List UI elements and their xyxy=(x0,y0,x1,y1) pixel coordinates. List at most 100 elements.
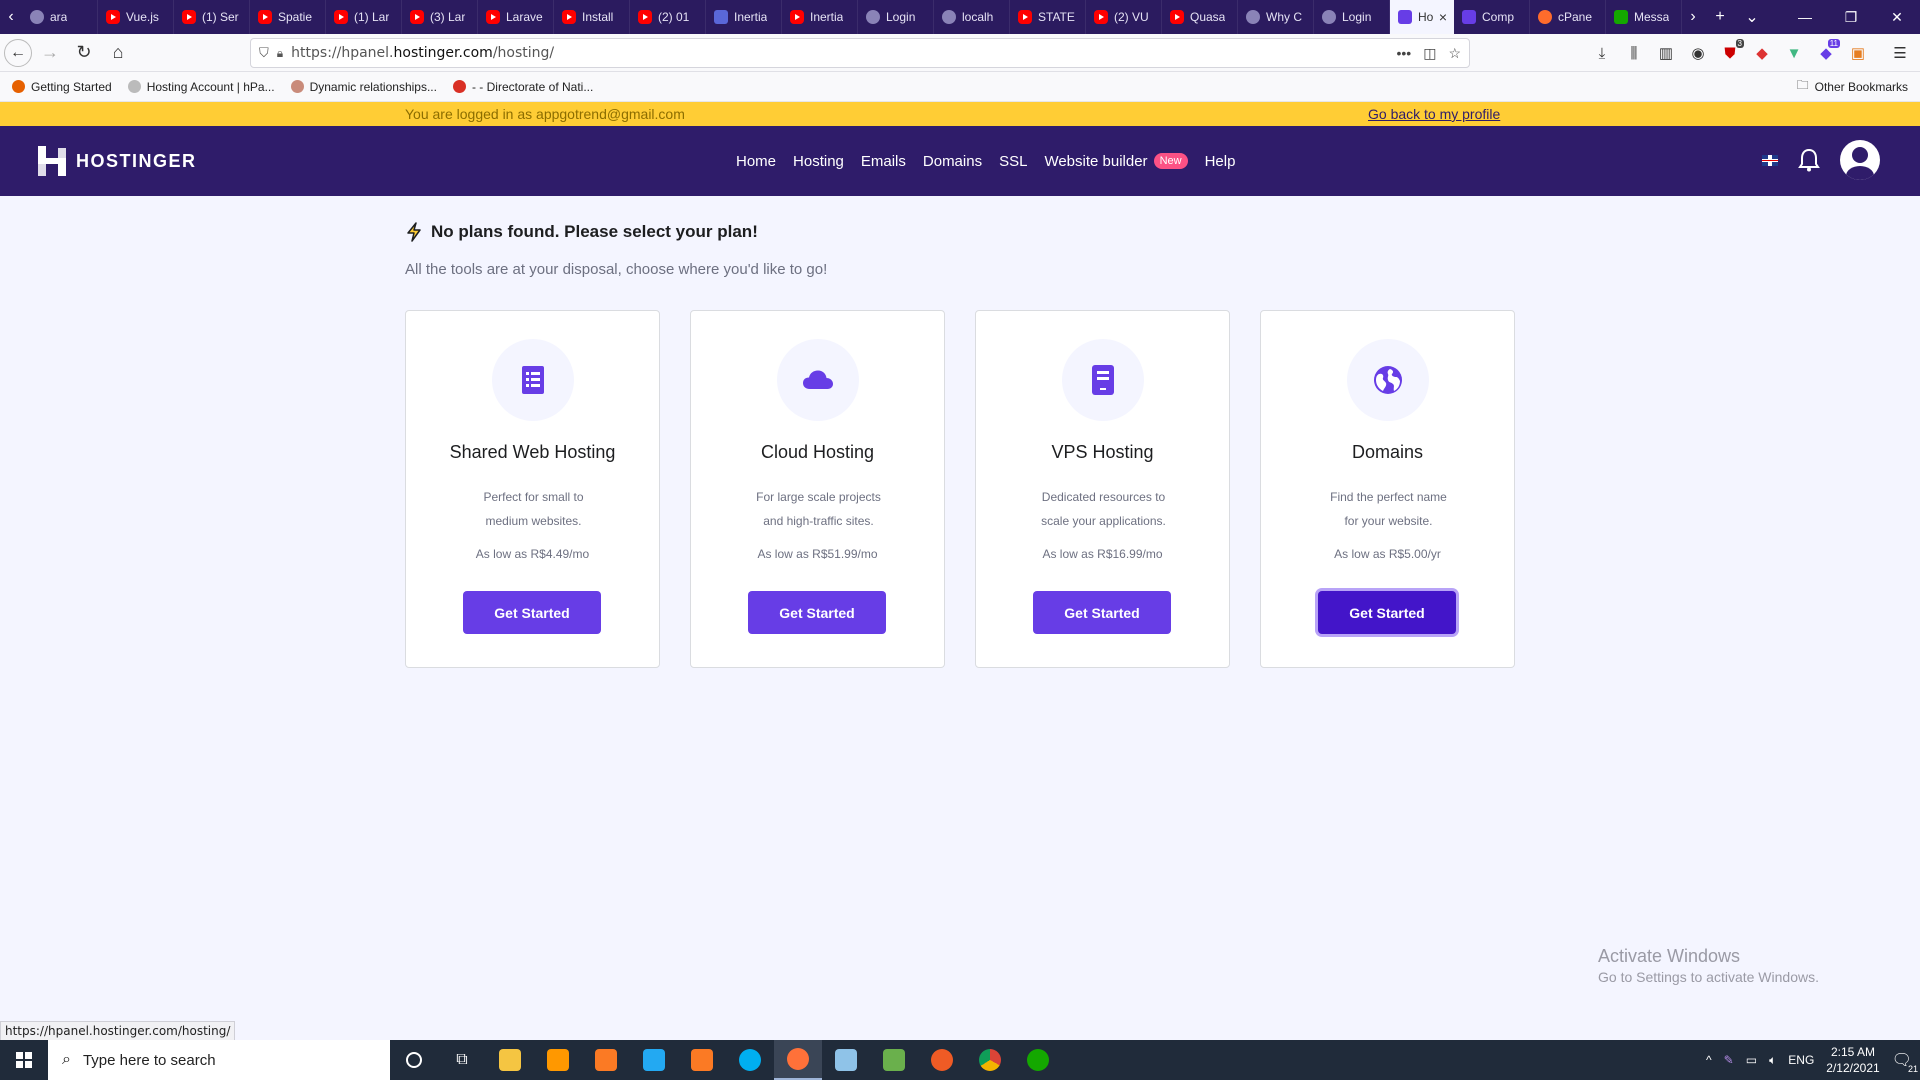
browser-tab[interactable]: Messa xyxy=(1606,0,1682,34)
xampp-icon[interactable] xyxy=(582,1040,630,1080)
tray-overflow-icon[interactable]: ^ xyxy=(1706,1053,1712,1067)
reload-icon[interactable]: ↻ xyxy=(68,37,100,69)
pocket-ext-icon[interactable]: ◆ xyxy=(1750,38,1774,68)
start-button[interactable] xyxy=(0,1040,48,1080)
tab-title: Install xyxy=(582,10,614,24)
new-tab-icon[interactable]: + xyxy=(1704,0,1736,34)
url-bar[interactable]: ⛉ 🔒︎ https://hpanel.hostinger.com/hostin… xyxy=(250,38,1470,68)
pen-icon[interactable]: ✎ xyxy=(1724,1053,1734,1067)
browser-tab[interactable]: ara xyxy=(22,0,98,34)
network-icon[interactable]: ▭ xyxy=(1746,1053,1757,1067)
bookmark-item[interactable]: Hosting Account | hPa... xyxy=(127,80,275,94)
card-desc-line: medium websites. xyxy=(485,514,582,528)
sublime-text-icon[interactable] xyxy=(534,1040,582,1080)
postman-icon[interactable] xyxy=(918,1040,966,1080)
browser-tab[interactable]: Ho × xyxy=(1390,0,1454,34)
browser-tab[interactable]: Larave xyxy=(478,0,554,34)
avatar[interactable] xyxy=(1840,140,1880,180)
browser-tab[interactable]: Quasa xyxy=(1162,0,1238,34)
taskbar-search[interactable]: ⌕ Type here to search xyxy=(48,1040,390,1080)
nav-hosting[interactable]: Hosting xyxy=(793,153,844,170)
xampp-control-icon[interactable] xyxy=(678,1040,726,1080)
bell-icon[interactable] xyxy=(1798,148,1820,172)
skype-icon[interactable] xyxy=(726,1040,774,1080)
browser-tab[interactable]: (1) Ser xyxy=(174,0,250,34)
downloads-icon[interactable]: ⤓ xyxy=(1590,38,1614,68)
tabs-scroll-right-icon[interactable]: › xyxy=(1682,0,1704,34)
lock-icon[interactable]: 🔒︎ xyxy=(277,46,283,61)
hostinger-logo[interactable]: HOSTINGER xyxy=(38,146,197,176)
firefox-icon[interactable] xyxy=(774,1040,822,1080)
nav-website-builder[interactable]: Website builder New xyxy=(1044,153,1188,170)
get-started-button-domains[interactable]: Get Started xyxy=(1318,591,1456,634)
bookmark-item[interactable]: - - Directorate of Nati... xyxy=(452,80,593,94)
notepad-icon[interactable] xyxy=(822,1040,870,1080)
browser-tab[interactable]: STATE xyxy=(1010,0,1086,34)
main-nav: Home Hosting Emails Domains SSL Website … xyxy=(736,126,1235,196)
browser-tab[interactable]: Vue.js xyxy=(98,0,174,34)
ublock-icon[interactable]: ⛊ 3 xyxy=(1718,38,1744,68)
browser-tab[interactable]: Login xyxy=(858,0,934,34)
browser-tab[interactable]: Inertia xyxy=(782,0,858,34)
get-started-button-shared[interactable]: Get Started xyxy=(463,591,601,634)
bookmark-item[interactable]: Dynamic relationships... xyxy=(290,80,437,94)
tab-title: Why C xyxy=(1266,10,1302,24)
browser-tab[interactable]: (1) Lar xyxy=(326,0,402,34)
get-started-button-vps[interactable]: Get Started xyxy=(1033,591,1171,634)
volume-icon[interactable]: 🔈︎ xyxy=(1769,1053,1776,1068)
vscode-icon[interactable] xyxy=(630,1040,678,1080)
tracking-shield-icon[interactable]: ⛉ xyxy=(259,45,269,61)
language-indicator[interactable]: ENG xyxy=(1788,1053,1814,1067)
menu-icon[interactable]: ☰ xyxy=(1888,38,1912,68)
page-actions-icon[interactable]: ••• xyxy=(1396,45,1411,62)
browser-tab[interactable]: (3) Lar xyxy=(402,0,478,34)
browser-tab[interactable]: (2) VU xyxy=(1086,0,1162,34)
list-all-tabs-icon[interactable]: ⌄ xyxy=(1736,0,1768,34)
bookmark-item[interactable]: Getting Started xyxy=(12,80,112,94)
browser-tab[interactable]: Inertia xyxy=(706,0,782,34)
notifications-icon[interactable]: 🗨︎ 21 xyxy=(1892,1050,1918,1074)
nav-home[interactable]: Home xyxy=(736,153,776,170)
file-explorer-icon[interactable] xyxy=(486,1040,534,1080)
task-view-icon[interactable]: ⧉ xyxy=(438,1040,486,1080)
back-to-profile-link[interactable]: Go back to my profile xyxy=(1368,106,1500,122)
nav-emails[interactable]: Emails xyxy=(861,153,906,170)
extension-icon[interactable]: ◆ 11 xyxy=(1814,38,1840,68)
browser-tab[interactable]: (2) 01 xyxy=(630,0,706,34)
upwork-icon[interactable] xyxy=(1014,1040,1062,1080)
close-window-icon[interactable]: ✕ xyxy=(1874,0,1920,34)
home-icon[interactable]: ⌂ xyxy=(102,37,134,69)
url-text[interactable]: https://hpanel.hostinger.com/hosting/ xyxy=(291,45,554,61)
card-description: Perfect for small to medium websites. xyxy=(446,485,621,533)
close-tab-icon[interactable]: × xyxy=(1439,9,1447,25)
screenshot-icon[interactable]: ▣ xyxy=(1846,38,1870,68)
forward-icon[interactable]: → xyxy=(34,37,66,69)
browser-tab[interactable]: Comp xyxy=(1454,0,1530,34)
minimize-icon[interactable]: — xyxy=(1782,0,1828,34)
get-started-button-cloud[interactable]: Get Started xyxy=(748,591,886,634)
bookmark-star-icon[interactable]: ☆ xyxy=(1448,45,1461,62)
tabs-scroll-left-icon[interactable]: ‹ xyxy=(0,0,22,34)
task-manager-icon[interactable] xyxy=(870,1040,918,1080)
uk-flag-icon[interactable] xyxy=(1762,154,1778,166)
nav-domains[interactable]: Domains xyxy=(923,153,982,170)
clock[interactable]: 2:15 AM 2/12/2021 xyxy=(1826,1044,1879,1076)
browser-tab[interactable]: Spatie xyxy=(250,0,326,34)
browser-tab[interactable]: cPane xyxy=(1530,0,1606,34)
chrome-icon[interactable] xyxy=(966,1040,1014,1080)
pocket-icon[interactable]: ◫ xyxy=(1423,45,1436,62)
nav-ssl[interactable]: SSL xyxy=(999,153,1027,170)
restore-icon[interactable]: ❐ xyxy=(1828,0,1874,34)
browser-tab[interactable]: localh xyxy=(934,0,1010,34)
browser-tab[interactable]: Why C xyxy=(1238,0,1314,34)
browser-tab[interactable]: Install xyxy=(554,0,630,34)
cortana-icon[interactable] xyxy=(390,1040,438,1080)
other-bookmarks[interactable]: 🗀 Other Bookmarks xyxy=(1797,76,1908,97)
library-icon[interactable]: ⫼ xyxy=(1622,38,1646,68)
nav-help[interactable]: Help xyxy=(1205,153,1236,170)
vue-devtools-icon[interactable]: ▼ xyxy=(1782,38,1806,68)
back-icon[interactable]: ← xyxy=(4,38,32,67)
sidebar-icon[interactable]: ▥ xyxy=(1654,38,1678,68)
browser-tab[interactable]: Login xyxy=(1314,0,1390,34)
account-icon[interactable]: ◉ xyxy=(1686,38,1710,68)
